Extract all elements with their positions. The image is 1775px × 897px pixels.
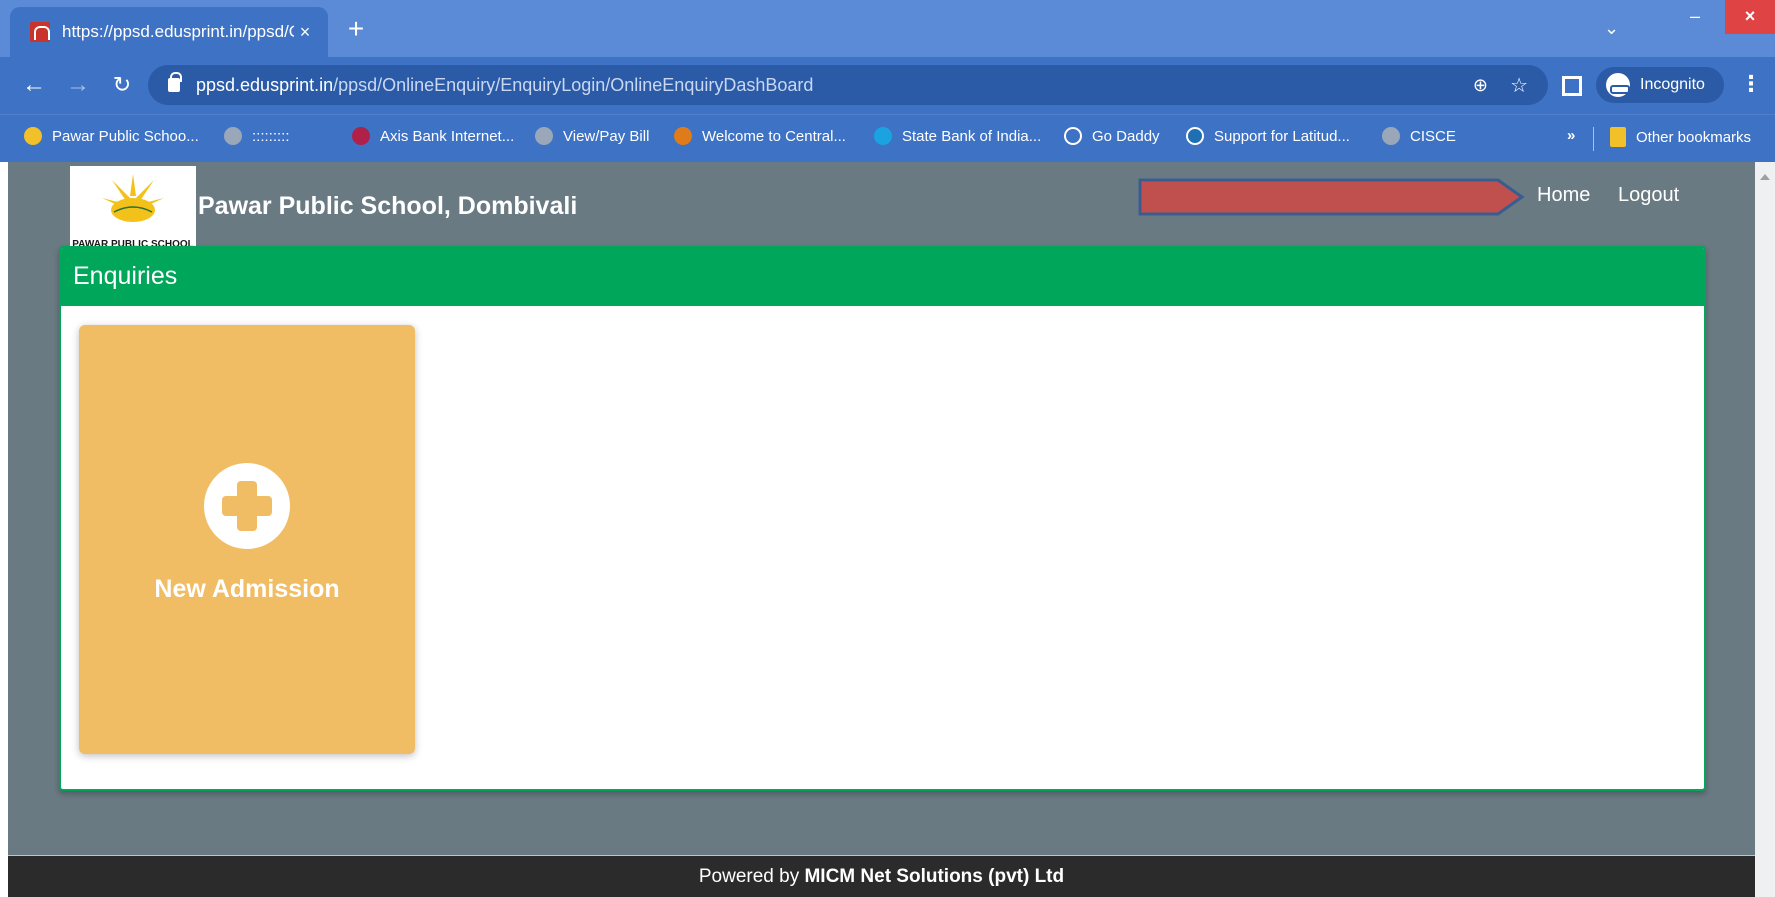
url-path: /ppsd/OnlineEnquiry/EnquiryLogin/OnlineE… <box>333 74 814 95</box>
bookmark-item[interactable]: ::::::::: <box>224 127 290 145</box>
site-favicon <box>30 22 50 42</box>
logout-link[interactable]: Logout <box>1618 184 1679 207</box>
tab-close-icon[interactable]: × <box>294 22 316 43</box>
school-logo[interactable]: PAWAR PUBLIC SCHOOL <box>70 166 196 254</box>
bookmarks-bar: Pawar Public Schoo... ::::::::: Axis Ban… <box>0 114 1775 162</box>
new-tab-button[interactable]: + <box>342 15 370 44</box>
tab-title: https://ppsd.edusprint.in/ppsd/O <box>62 22 294 41</box>
lock-icon[interactable] <box>168 72 182 92</box>
bookmark-label: Axis Bank Internet... <box>380 127 515 145</box>
folder-icon <box>1610 127 1626 147</box>
bookmark-item[interactable]: Support for Latitud... <box>1186 127 1350 145</box>
bookmark-item[interactable]: Pawar Public Schoo... <box>24 127 199 145</box>
redacted-arrow-shape <box>1138 178 1525 216</box>
bookmark-label: ::::::::: <box>252 127 290 145</box>
footer-company: MICM Net Solutions (pvt) Ltd <box>804 866 1065 887</box>
web-page: PAWAR PUBLIC SCHOOL Pawar Public School,… <box>8 162 1755 897</box>
godaddy-icon <box>1064 127 1082 145</box>
bookmark-label: State Bank of India... <box>902 127 1042 145</box>
incognito-icon <box>1606 73 1630 97</box>
page-footer: Powered by MICM Net Solutions (pvt) Ltd <box>8 855 1755 897</box>
scroll-up-icon[interactable] <box>1760 174 1770 180</box>
incognito-indicator[interactable]: Incognito <box>1596 67 1724 103</box>
tab-strip: https://ppsd.edusprint.in/ppsd/O × + ⌄ –… <box>0 0 1775 57</box>
address-bar[interactable]: ppsd.edusprint.in/ppsd/OnlineEnquiry/Enq… <box>148 65 1548 105</box>
home-link[interactable]: Home <box>1537 184 1590 207</box>
bookmark-label: Pawar Public Schoo... <box>52 127 199 145</box>
panel-title: Enquiries <box>61 248 1704 306</box>
zoom-icon[interactable]: ⊕ <box>1473 75 1488 96</box>
forward-button[interactable]: → <box>62 69 94 101</box>
footer-prefix: Powered by <box>698 866 805 887</box>
tab-search-icon[interactable]: ⌄ <box>1604 18 1619 39</box>
reload-button[interactable]: ↻ <box>106 69 138 101</box>
new-admission-label: New Admission <box>154 575 340 603</box>
bookmark-item[interactable]: Go Daddy <box>1064 127 1160 145</box>
dell-icon <box>1186 127 1204 145</box>
bookmarks-divider <box>1593 127 1594 151</box>
more-bookmarks-icon[interactable]: » <box>1567 127 1575 144</box>
other-bookmarks-folder[interactable]: Other bookmarks <box>1610 127 1751 147</box>
bookmark-favicon-icon <box>674 127 692 145</box>
sbi-icon <box>874 127 892 145</box>
bookmark-label: Go Daddy <box>1092 127 1160 145</box>
globe-icon <box>1382 127 1400 145</box>
bookmark-star-icon[interactable]: ☆ <box>1510 73 1528 98</box>
globe-icon <box>224 127 242 145</box>
bookmark-item[interactable]: View/Pay Bill <box>535 127 649 145</box>
side-panel-icon[interactable] <box>1562 76 1582 96</box>
plus-circle-icon <box>204 463 290 549</box>
back-button[interactable]: ← <box>18 69 50 101</box>
bookmark-label: Support for Latitud... <box>1214 127 1350 145</box>
browser-menu-icon[interactable]: ⋮ <box>1740 71 1762 97</box>
school-name: Pawar Public School, Dombivali <box>198 192 578 220</box>
bookmark-favicon-icon <box>24 127 42 145</box>
bookmark-label: View/Pay Bill <box>563 127 650 145</box>
axis-bank-icon <box>352 127 370 145</box>
page-scrollbar[interactable] <box>1755 162 1775 897</box>
bookmark-item[interactable]: State Bank of India... <box>874 127 1041 145</box>
url-host: ppsd.edusprint.in <box>196 74 334 95</box>
new-admission-tile[interactable]: New Admission <box>79 325 415 754</box>
browser-tab[interactable]: https://ppsd.edusprint.in/ppsd/O × <box>10 7 328 57</box>
globe-icon <box>535 127 553 145</box>
bookmark-label: Welcome to Central... <box>702 127 846 145</box>
bookmark-label: CISCE <box>1410 127 1456 145</box>
bookmark-item[interactable]: CISCE <box>1382 127 1456 145</box>
other-bookmarks-label: Other bookmarks <box>1636 128 1752 146</box>
bookmark-item[interactable]: Welcome to Central... <box>674 127 846 145</box>
incognito-label: Incognito <box>1640 76 1705 93</box>
close-window-button[interactable]: × <box>1725 0 1775 34</box>
bookmark-item[interactable]: Axis Bank Internet... <box>352 127 514 145</box>
browser-toolbar: ← → ↻ ppsd.edusprint.in/ppsd/OnlineEnqui… <box>0 57 1775 114</box>
enquiries-panel: Enquiries New Admission <box>59 246 1706 791</box>
sun-logo-icon <box>102 174 164 222</box>
